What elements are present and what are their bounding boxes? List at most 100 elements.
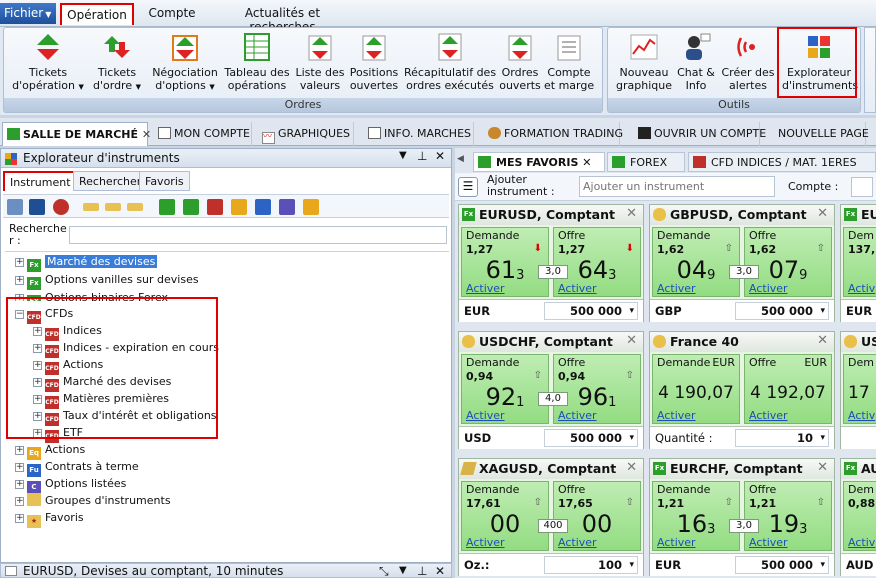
activate-link[interactable]: Activer	[657, 536, 696, 549]
tab-cfd-indices[interactable]: CFD INDICES / MAT. 1ERES	[688, 152, 876, 172]
ask-box[interactable]: Offre 1,27 ⬇ 643 Activer	[553, 227, 641, 297]
tool-icon-1[interactable]	[7, 199, 23, 215]
creer-alertes-button[interactable]: Créer des alertes	[718, 32, 778, 92]
nouveau-graphique-button[interactable]: Nouveau graphique	[614, 32, 674, 92]
tree-item-actions[interactable]: + Eq Actions	[15, 441, 85, 460]
options-icon[interactable]	[279, 199, 295, 215]
activate-link[interactable]: Activer	[558, 536, 597, 549]
bid-box[interactable]: Demande 1,27 ⬇ 613 Activer	[461, 227, 549, 297]
menu-tab-actualites[interactable]: Actualités et recherches	[210, 3, 355, 34]
bid-box[interactable]: Demande 0,94 ⇧ 921 Activer	[461, 354, 549, 424]
mutual-fund-icon[interactable]	[303, 199, 319, 215]
activate-link[interactable]: Activer	[749, 409, 788, 422]
activate-link[interactable]: Activer	[749, 282, 788, 295]
ask-box[interactable]: Offre 17,65 ⇧ 00 Activer	[553, 481, 641, 551]
amount-select[interactable]: 100	[544, 556, 638, 574]
equity-icon[interactable]	[231, 199, 247, 215]
tree-item-options-listees[interactable]: + C Options listées	[15, 475, 126, 494]
tab-nouvelle-page[interactable]: NOUVELLE PAGE	[770, 122, 869, 146]
tab-formation-trading[interactable]: FORMATION TRADING	[484, 122, 623, 146]
bid-box[interactable]: Demande 1,21 ⇧ 163 Activer	[652, 481, 740, 551]
file-menu[interactable]: Fichier ▼	[0, 3, 56, 24]
amount-select[interactable]: 500 000	[735, 556, 829, 574]
activate-link[interactable]: Activ	[848, 409, 875, 422]
amount-select[interactable]: 10	[735, 429, 829, 447]
resize-icon[interactable]: ⤡	[379, 564, 389, 578]
tool-icon-3[interactable]	[53, 199, 69, 215]
menu-tab-compte[interactable]: Compte	[140, 3, 204, 25]
activate-link[interactable]: Activ	[848, 282, 875, 295]
tab-salle-de-marche[interactable]: SALLE DE MARCHÉ ✕	[2, 122, 151, 146]
folder-icon[interactable]	[105, 203, 121, 211]
chevron-down-icon[interactable]: ▼	[399, 150, 407, 161]
bid-box[interactable]: Demande EUR 4 190,07 Activer	[652, 354, 740, 424]
subtab-instrument[interactable]: Instrument	[3, 171, 78, 191]
close-icon[interactable]: ✕	[142, 128, 151, 141]
close-icon[interactable]: ✕	[817, 333, 828, 348]
close-icon[interactable]: ✕	[626, 333, 637, 348]
cfd-icon[interactable]	[207, 199, 223, 215]
bid-box[interactable]: Dem 137, Activ	[843, 227, 876, 297]
tool-icon-2[interactable]	[29, 199, 45, 215]
account-selector[interactable]	[851, 177, 873, 197]
menu-icon[interactable]: ☰	[458, 177, 478, 197]
fx-icon[interactable]	[159, 199, 175, 215]
ask-box[interactable]: Offre 0,94 ⇧ 961 Activer	[553, 354, 641, 424]
tree-item-contrats-terme[interactable]: + Fu Contrats à terme	[15, 458, 139, 477]
activate-link[interactable]: Activer	[657, 282, 696, 295]
ticket-ordre-button[interactable]: Tickets d'ordre ▼	[88, 32, 146, 94]
compte-marge-button[interactable]: Compte et marge	[544, 32, 594, 92]
ticket-operation-button[interactable]: Tickets d'opération ▼	[12, 32, 84, 94]
ask-box[interactable]: Offre EUR 4 192,07 Activer	[744, 354, 832, 424]
activate-link[interactable]: Activer	[466, 409, 505, 422]
expand-icon[interactable]: +	[15, 258, 24, 267]
bid-box[interactable]: Demande 1,62 ⇧ 049 Activer	[652, 227, 740, 297]
positions-ouvertes-button[interactable]: Positions ouvertes	[348, 32, 400, 92]
pin-icon[interactable]: ⊥	[417, 149, 427, 163]
bid-box[interactable]: Dem 0,88 Activ	[843, 481, 876, 551]
tab-graphiques[interactable]: 〰 GRAPHIQUES	[258, 122, 354, 146]
tab-info-marches[interactable]: INFO. MARCHES	[364, 122, 474, 146]
expand-icon[interactable]: +	[15, 480, 24, 489]
pin-icon[interactable]: ⊥	[417, 564, 427, 578]
close-icon[interactable]: ✕	[626, 460, 637, 475]
menu-tab-operation[interactable]: Opération	[60, 3, 134, 25]
close-icon[interactable]: ✕	[435, 149, 445, 163]
activate-link[interactable]: Activ	[848, 536, 875, 549]
close-icon[interactable]: ✕	[582, 156, 591, 169]
tree-item-marche-devises[interactable]: + Fx Marché des devises	[15, 253, 158, 272]
tree-item-favoris[interactable]: + ★ Favoris	[15, 509, 84, 528]
ask-box[interactable]: Offre 1,21 ⇧ 193 Activer	[744, 481, 832, 551]
activate-link[interactable]: Activer	[466, 282, 505, 295]
liste-valeurs-button[interactable]: Liste des valeurs	[294, 32, 346, 92]
tableau-operations-button[interactable]: Tableau des opérations	[224, 32, 290, 92]
subtab-rechercher[interactable]: Rechercher	[73, 171, 148, 191]
tab-mes-favoris[interactable]: MES FAVORIS ✕	[473, 152, 605, 172]
activate-link[interactable]: Activer	[657, 409, 696, 422]
fx-option-icon[interactable]	[183, 199, 199, 215]
tab-forex[interactable]: FOREX	[607, 152, 685, 172]
folder-icon[interactable]	[127, 203, 143, 211]
bid-box[interactable]: Dem 17 Activ	[843, 354, 876, 424]
tab-scroll-left-icon[interactable]: ◀	[457, 154, 469, 168]
expand-icon[interactable]: +	[15, 446, 24, 455]
recapitulatif-ordres-button[interactable]: Récapitulatif des ordres exécutés	[404, 32, 496, 92]
activate-link[interactable]: Activer	[558, 409, 597, 422]
tree-item-options-vanilles[interactable]: + Fx Options vanilles sur devises	[15, 271, 199, 290]
chat-info-button[interactable]: Chat & Info	[676, 32, 716, 92]
ask-box[interactable]: Offre 1,62 ⇧ 079 Activer	[744, 227, 832, 297]
close-icon[interactable]: ✕	[817, 460, 828, 475]
expand-icon[interactable]: +	[15, 463, 24, 472]
expand-icon[interactable]: +	[15, 514, 24, 523]
activate-link[interactable]: Activer	[749, 536, 788, 549]
expand-icon[interactable]: +	[15, 497, 24, 506]
folder-icon[interactable]	[83, 203, 99, 211]
add-instrument-input[interactable]	[579, 176, 775, 197]
search-input[interactable]	[69, 226, 447, 244]
tab-mon-compte[interactable]: MON COMPTE	[154, 122, 252, 146]
tab-ouvrir-compte[interactable]: OUVRIR UN COMPTE	[634, 122, 766, 146]
amount-select[interactable]: 500 000	[544, 429, 638, 447]
close-icon[interactable]: ✕	[435, 564, 445, 578]
amount-select[interactable]: 500 000	[735, 302, 829, 320]
chevron-down-icon[interactable]: ▼	[399, 564, 407, 578]
